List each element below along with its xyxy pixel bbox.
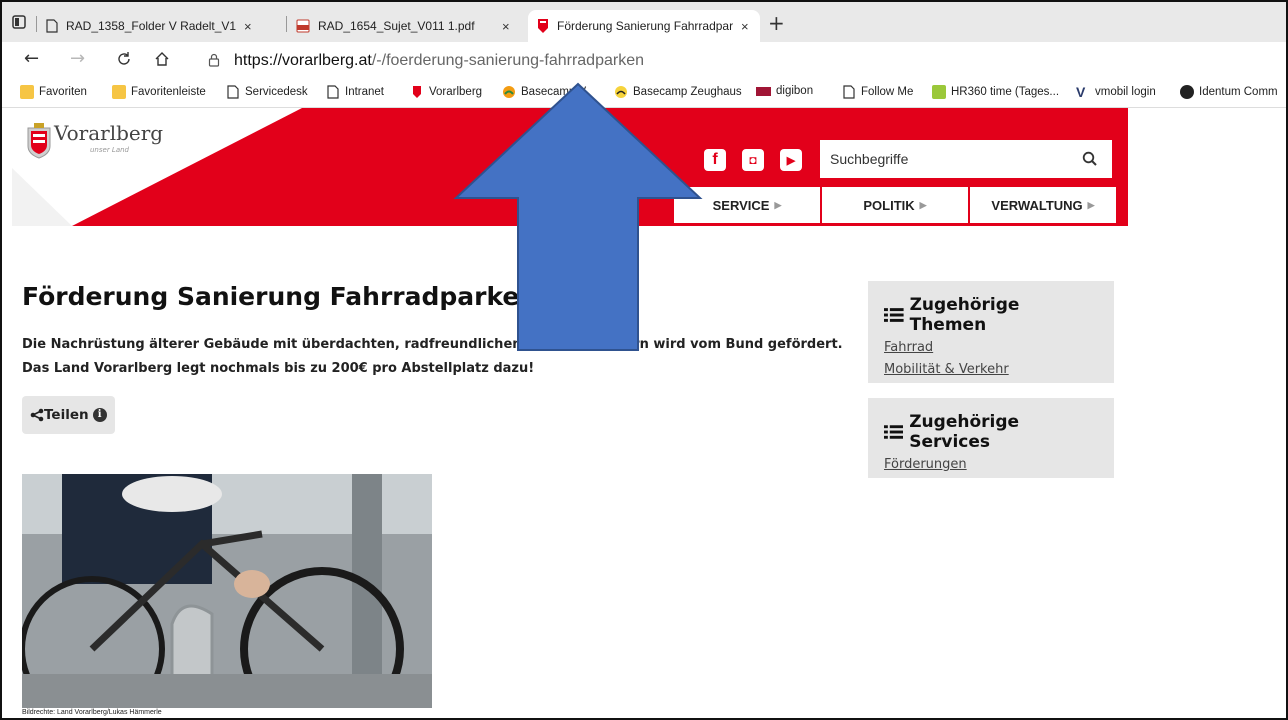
annotation-arrow-up — [453, 82, 703, 351]
tab-title: RAD_1654_Sujet_V011 1.pdf — [318, 19, 475, 33]
tab-sujet-pdf[interactable]: RAD_1654_Sujet_V011 1.pdf × — [296, 10, 526, 42]
bookmark-label: Follow Me — [861, 86, 914, 98]
hr360-icon — [932, 85, 946, 99]
pdf-icon — [296, 19, 310, 33]
related-services-heading: Zugehörige Services — [884, 412, 1098, 452]
tab-actions-icon[interactable] — [12, 15, 26, 29]
folder-icon — [112, 85, 126, 99]
identum-icon — [1180, 85, 1194, 99]
heading-text: Zugehörige Themen — [909, 295, 1020, 335]
nav-politik[interactable]: POLITIK ▶ — [822, 187, 968, 223]
folder-icon — [20, 85, 34, 99]
nav-label: VERWALTUNG — [991, 197, 1083, 213]
page-icon — [327, 85, 339, 99]
site-search — [820, 140, 1112, 178]
logo-text: Vorarlberg — [54, 121, 164, 145]
bookmark-intranet[interactable]: Intranet — [326, 85, 384, 99]
bookmark-digibon[interactable]: digibon — [756, 85, 813, 97]
vorarlberg-crest-icon — [538, 19, 548, 33]
bookmark-label: digibon — [776, 85, 814, 97]
home-icon[interactable] — [154, 51, 170, 67]
bookmark-favoriten[interactable]: Favoriten — [20, 85, 87, 99]
bookmark-identum[interactable]: Identum Comm — [1180, 85, 1278, 99]
link-foerderungen[interactable]: Förderungen — [884, 455, 1098, 474]
search-input[interactable] — [830, 148, 1060, 170]
image-credit: Bildrechte: Land Vorarlberg/Lukas Hämmer… — [22, 709, 162, 716]
vmobil-icon: V — [1076, 84, 1086, 100]
page-icon — [843, 85, 855, 99]
browser-nav-bar: ← → https://vorarlberg.at/-/foerderung-s… — [2, 42, 1286, 78]
tab-close-icon[interactable]: × — [741, 19, 749, 34]
digibon-icon — [756, 86, 771, 96]
info-icon[interactable]: i — [92, 408, 107, 422]
bookmark-label: Favoritenleiste — [131, 86, 206, 98]
bookmark-favoritenleiste[interactable]: Favoritenleiste — [112, 85, 206, 99]
tab-title: Förderung Sanierung Fahrradpar — [557, 19, 733, 33]
list-icon — [884, 425, 904, 439]
page-icon — [227, 85, 239, 99]
logo-subtitle: unser Land — [90, 146, 129, 154]
tab-foerderung[interactable]: Förderung Sanierung Fahrradpar × — [528, 10, 760, 42]
url-text[interactable]: https://vorarlberg.at/-/foerderung-sanie… — [234, 52, 644, 70]
bookmark-label: Favoriten — [39, 86, 87, 98]
bookmark-label: Identum Comm — [1199, 86, 1278, 98]
caret-right-icon: ▶ — [919, 199, 927, 210]
bookmark-label: HR360 time (Tages... — [951, 86, 1060, 98]
bookmark-label: Servicedesk — [245, 86, 308, 98]
caret-right-icon: ▶ — [774, 199, 782, 210]
browser-tab-strip: RAD_1358_Folder V Radelt_V11.p × RAD_165… — [2, 2, 1286, 42]
bookmark-label: Intranet — [345, 86, 384, 98]
url-domain: https://vorarlberg.at — [234, 52, 372, 69]
tab-title: RAD_1358_Folder V Radelt_V11.p — [66, 19, 236, 33]
bookmark-follow-me[interactable]: Follow Me — [842, 85, 913, 99]
tab-separator — [36, 16, 37, 32]
caret-right-icon: ▶ — [1087, 199, 1095, 210]
new-tab-button[interactable]: + — [768, 13, 785, 33]
nav-label: POLITIK — [863, 197, 915, 213]
share-label: Teilen — [44, 407, 89, 423]
back-icon[interactable]: ← — [24, 50, 39, 68]
forward-icon[interactable]: → — [70, 50, 85, 68]
share-button[interactable]: Teilen i — [22, 396, 115, 434]
page-intro: Die Nachrüstung älterer Gebäude mit über… — [22, 337, 843, 376]
lock-icon[interactable] — [208, 53, 220, 67]
vorarlberg-crest-icon — [413, 86, 421, 98]
bookmark-hr360[interactable]: HR360 time (Tages... — [932, 85, 1059, 99]
bookmark-servicedesk[interactable]: Servicedesk — [226, 85, 308, 99]
link-mobilitaet-verkehr[interactable]: Mobilität & Verkehr — [884, 360, 1098, 379]
related-themes-heading: Zugehörige Themen — [884, 295, 1098, 335]
link-fahrrad[interactable]: Fahrrad — [884, 338, 1098, 357]
nav-label: SERVICE — [712, 197, 770, 213]
tab-close-icon[interactable]: × — [244, 19, 252, 34]
address-bar[interactable]: https://vorarlberg.at/-/foerderung-sanie… — [198, 46, 1278, 74]
facebook-icon[interactable]: f — [704, 149, 726, 171]
heading-text: Zugehörige Services — [909, 412, 1020, 452]
related-services-box: Zugehörige Services Förderungen — [868, 398, 1114, 478]
tab-separator — [286, 16, 287, 32]
bicycle-parking-photo[interactable] — [22, 474, 432, 708]
vorarlberg-crest-icon — [27, 123, 51, 159]
bookmark-label: vmobil login — [1095, 86, 1156, 98]
search-icon[interactable] — [1082, 151, 1098, 167]
related-themes-box: Zugehörige Themen Fahrrad Mobilität & Ve… — [868, 281, 1114, 383]
vorarlberg-logo[interactable]: Vorarlberg unser Land — [26, 122, 163, 160]
tab-folder-pdf[interactable]: RAD_1358_Folder V Radelt_V11.p × — [46, 10, 278, 42]
youtube-icon[interactable]: ▶ — [780, 149, 802, 171]
bookmark-vmobil[interactable]: Vvmobil login — [1076, 85, 1156, 99]
reload-icon[interactable] — [116, 51, 132, 67]
url-path: /-/foerderung-sanierung-fahrradparken — [371, 52, 644, 69]
nav-verwaltung[interactable]: VERWALTUNG ▶ — [970, 187, 1116, 223]
share-icon — [30, 408, 44, 422]
list-icon — [884, 308, 904, 322]
page-icon — [46, 19, 58, 33]
instagram-icon[interactable]: ◘ — [742, 149, 764, 171]
tab-close-icon[interactable]: × — [502, 19, 510, 34]
